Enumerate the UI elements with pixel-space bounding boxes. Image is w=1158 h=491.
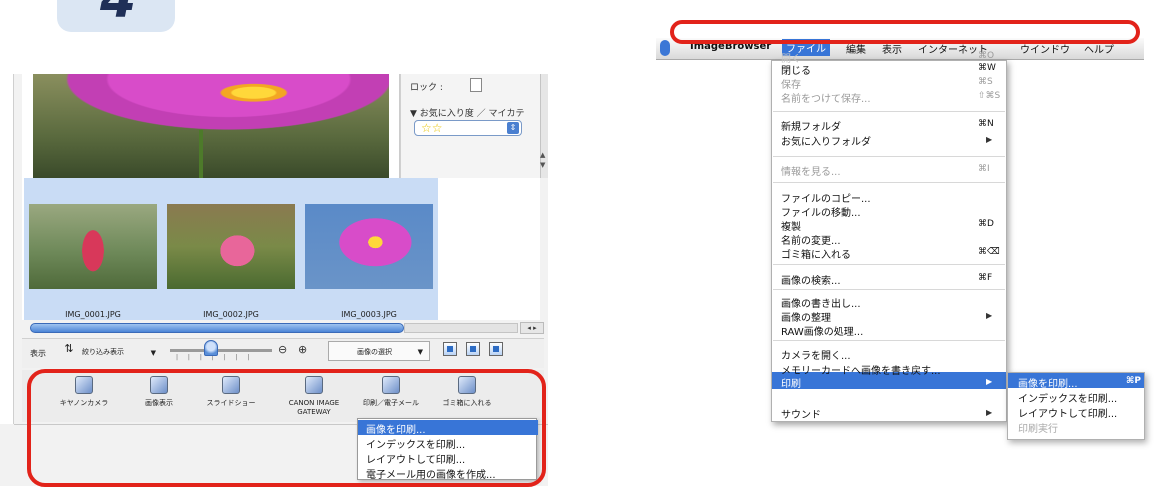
display-label: 表示 bbox=[30, 349, 46, 358]
sort-icon[interactable]: ⇅ bbox=[60, 342, 78, 360]
menu-item-copy-file[interactable]: ファイルのコピー... bbox=[781, 190, 871, 205]
star-rating: ☆☆ bbox=[421, 121, 443, 135]
menu-item-write-back-to-card[interactable]: メモリーカードへ画像を書き戻す... bbox=[781, 362, 941, 377]
preview-image bbox=[33, 74, 389, 178]
lock-label: ロック : bbox=[410, 83, 443, 93]
chevron-down-icon: ▼ bbox=[417, 348, 423, 356]
thumbnail-image[interactable] bbox=[29, 204, 157, 289]
menu-item-new-folder[interactable]: 新規フォルダ bbox=[781, 118, 841, 133]
submenu-arrow-icon: ▶ bbox=[986, 311, 993, 320]
menu-separator bbox=[773, 182, 1005, 183]
menu-shortcut: ⌘F bbox=[978, 273, 993, 283]
scroll-arrows-icon[interactable]: ▲ ▼ bbox=[540, 150, 545, 170]
menu-separator bbox=[773, 264, 1005, 265]
callout-highlight bbox=[670, 20, 1140, 44]
thumbnail-label: IMG_0001.JPG bbox=[65, 310, 121, 319]
menu-shortcut: ⌘P bbox=[1126, 376, 1141, 386]
submenu-item-layout-print[interactable]: レイアウトして印刷... bbox=[1018, 405, 1117, 420]
thumbnail-image[interactable] bbox=[305, 204, 433, 289]
chevron-updown-icon: ⇕ bbox=[507, 122, 519, 134]
scroll-arrows-icon[interactable]: ◂ ▸ bbox=[520, 322, 544, 334]
callout-highlight bbox=[27, 369, 546, 487]
zoom-in-icon[interactable]: ⊕ bbox=[298, 343, 307, 356]
menu-shortcut: ⇧⌘S bbox=[978, 91, 1001, 101]
thumbnail-size-slider[interactable] bbox=[170, 349, 272, 352]
chevron-down-icon: ▼ bbox=[150, 349, 156, 357]
menu-item-search-images[interactable]: 画像の検索... bbox=[781, 272, 841, 287]
scrollbar-track[interactable] bbox=[404, 323, 518, 333]
image-select-label: 画像の選択 bbox=[357, 348, 392, 356]
preview-flower-stem bbox=[199, 130, 203, 178]
horizontal-scrollbar[interactable] bbox=[30, 323, 404, 333]
menu-separator bbox=[773, 111, 1005, 112]
thumbnail-image[interactable] bbox=[167, 204, 295, 289]
menu-item-print[interactable]: 印刷 bbox=[781, 375, 801, 390]
view-mode-icon[interactable] bbox=[466, 342, 480, 356]
menu-item-organize-images[interactable]: 画像の整理 bbox=[781, 309, 831, 324]
submenu-arrow-icon: ▶ bbox=[986, 135, 993, 144]
lock-checkbox[interactable] bbox=[470, 78, 482, 92]
menu-item-rename[interactable]: 名前の変更... bbox=[781, 232, 841, 247]
step-number: 4 bbox=[100, 0, 137, 30]
menu-item-duplicate[interactable]: 複製 bbox=[781, 218, 801, 233]
thumbnail-label: IMG_0002.JPG bbox=[203, 310, 259, 319]
favorite-label: ▼ お気に入り度 ／ マイカテ bbox=[410, 109, 525, 119]
menu-item-get-info[interactable]: 情報を見る... bbox=[781, 163, 841, 178]
menu-item-move-file[interactable]: ファイルの移動... bbox=[781, 204, 861, 219]
folder-pane-edge bbox=[0, 74, 14, 424]
thumbnail-label: IMG_0003.JPG bbox=[341, 310, 397, 319]
menu-item-close[interactable]: 閉じる bbox=[781, 62, 811, 77]
submenu-arrow-icon: ▶ bbox=[986, 408, 993, 417]
filter-label: 絞り込み表示 bbox=[82, 348, 124, 356]
menu-item-save-as[interactable]: 名前をつけて保存... bbox=[781, 90, 871, 105]
submenu-arrow-icon: ▶ bbox=[986, 377, 993, 386]
submenu-item-print-index[interactable]: インデックスを印刷... bbox=[1018, 390, 1117, 405]
image-select-dropdown[interactable]: 画像の選択 ▼ bbox=[328, 341, 430, 361]
filter-dropdown[interactable]: 絞り込み表示 ▼ bbox=[80, 343, 160, 361]
menu-shortcut: ⌘⌫ bbox=[978, 247, 1000, 257]
menu-item-save[interactable]: 保存 bbox=[781, 76, 801, 91]
menu-shortcut: ⌘W bbox=[978, 63, 996, 73]
menu-item-open-camera[interactable]: カメラを開く... bbox=[781, 347, 851, 362]
menu-item-process-raw[interactable]: RAW画像の処理... bbox=[781, 323, 863, 338]
favorite-rating-select[interactable]: ☆☆ ⇕ bbox=[414, 120, 522, 136]
menu-separator bbox=[773, 156, 1005, 157]
submenu-item-print-image[interactable]: 画像を印刷... bbox=[1018, 375, 1078, 390]
view-mode-icon[interactable] bbox=[489, 342, 503, 356]
menu-item-export-images[interactable]: 画像の書き出し... bbox=[781, 295, 861, 310]
menu-shortcut: ⌘N bbox=[978, 119, 994, 129]
apple-menu-icon[interactable] bbox=[660, 40, 670, 56]
menu-shortcut: ⌘I bbox=[978, 164, 990, 174]
menu-item-favorite-folder[interactable]: お気に入りフォルダ bbox=[781, 133, 871, 148]
slider-thumb[interactable] bbox=[204, 340, 218, 356]
menu-shortcut: ⌘O bbox=[978, 51, 995, 61]
menu-shortcut: ⌘S bbox=[978, 77, 993, 87]
submenu-item-print-execute[interactable]: 印刷実行 bbox=[1018, 420, 1058, 435]
view-mode-icon[interactable] bbox=[443, 342, 457, 356]
zoom-out-icon[interactable]: ⊖ bbox=[278, 343, 287, 356]
menu-shortcut: ⌘D bbox=[978, 219, 994, 229]
menu-item-move-to-trash[interactable]: ゴミ箱に入れる bbox=[781, 246, 851, 261]
menu-item-sound[interactable]: サウンド bbox=[781, 406, 821, 421]
menu-separator bbox=[773, 340, 1005, 341]
menu-separator bbox=[773, 289, 1005, 290]
